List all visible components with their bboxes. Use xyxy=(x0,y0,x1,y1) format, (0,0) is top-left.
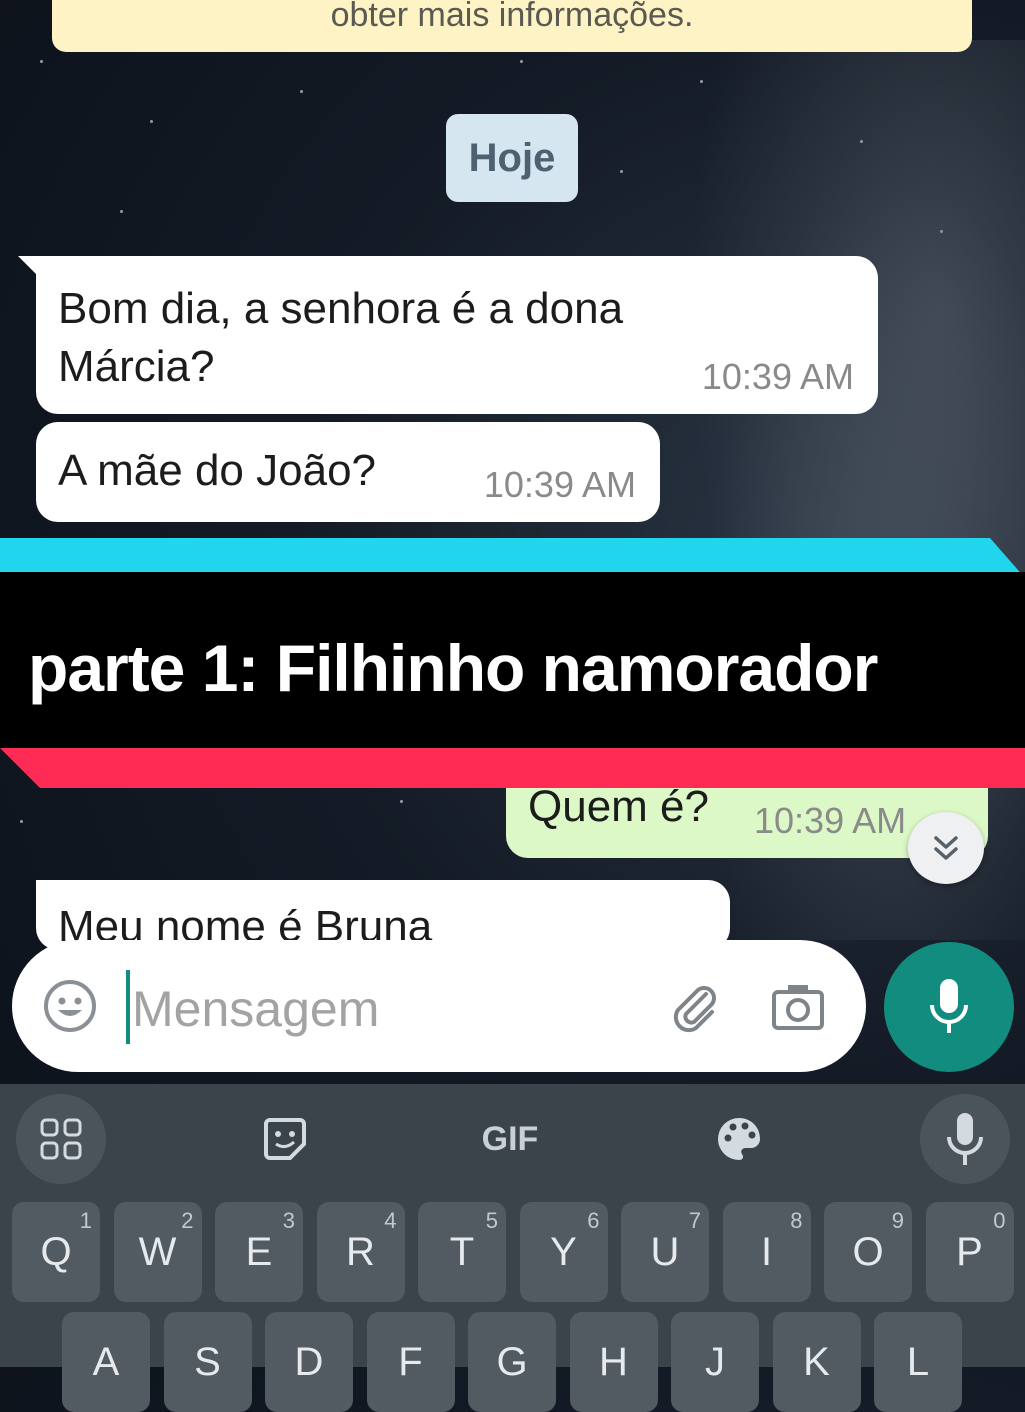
palette-icon xyxy=(718,1118,760,1160)
message-composer[interactable]: Mensagem xyxy=(12,940,866,1072)
bubble-tail xyxy=(18,256,48,286)
key-alt-label: 6 xyxy=(587,1208,600,1233)
key-l[interactable]: L xyxy=(874,1312,962,1412)
key-y[interactable]: Y6 xyxy=(519,1202,608,1302)
sticker-button[interactable] xyxy=(250,1094,320,1184)
key-label: G xyxy=(496,1339,528,1384)
key-label: L xyxy=(906,1339,930,1384)
key-alt-label: 5 xyxy=(485,1208,498,1233)
key-label: H xyxy=(599,1339,628,1384)
key-alt-label: 9 xyxy=(891,1208,904,1233)
key-u[interactable]: U7 xyxy=(621,1202,709,1302)
key-label: E xyxy=(245,1229,273,1274)
key-h[interactable]: H xyxy=(569,1312,658,1412)
key-label: J xyxy=(705,1339,725,1384)
key-q[interactable]: Q1 xyxy=(12,1202,100,1302)
key-label: Y xyxy=(550,1229,577,1274)
key-a[interactable]: A xyxy=(62,1312,150,1412)
key-label: U xyxy=(650,1229,680,1274)
key-p[interactable]: P0 xyxy=(925,1202,1014,1302)
keyboard-voice-button[interactable] xyxy=(920,1094,1010,1184)
message-time: 10:39 AM xyxy=(701,356,854,397)
message-text: A mãe do João? xyxy=(58,446,377,495)
message-input[interactable]: Mensagem xyxy=(132,980,379,1038)
keyboard-apps-button[interactable] xyxy=(16,1094,106,1184)
key-alt-label: 8 xyxy=(790,1208,803,1233)
encryption-notice[interactable]: obter mais informações. xyxy=(52,0,972,52)
text-caret xyxy=(126,970,130,1044)
mic-icon xyxy=(930,979,968,1033)
banner-title: parte 1: Filhinho namorador xyxy=(28,631,878,705)
key-label: D xyxy=(294,1339,324,1384)
key-t[interactable]: T5 xyxy=(418,1202,506,1302)
key-e[interactable]: E3 xyxy=(215,1202,303,1302)
message-time: 10:39 AM xyxy=(754,800,907,841)
apps-grid-icon xyxy=(40,1118,82,1160)
key-label: A xyxy=(92,1339,120,1384)
key-alt-label: 4 xyxy=(384,1208,397,1233)
key-o[interactable]: O9 xyxy=(824,1202,912,1302)
message-text: Bom dia, a senhora é a dona Márcia? xyxy=(58,284,624,391)
key-alt-label: 2 xyxy=(181,1208,194,1233)
key-alt-label: 3 xyxy=(282,1208,295,1233)
notice-text: obter mais informações. xyxy=(330,0,694,34)
bubble-tail xyxy=(36,880,48,910)
key-label: K xyxy=(803,1339,830,1384)
key-w[interactable]: W2 xyxy=(113,1202,202,1302)
key-r[interactable]: R4 xyxy=(316,1202,405,1302)
scroll-down-button[interactable] xyxy=(908,812,984,884)
keyboard: GIF Q1W2E3R4T5Y6U7I8O9P0 ASDFGHJKL xyxy=(0,1084,1025,1412)
key-k[interactable]: K xyxy=(772,1312,861,1412)
camera-icon[interactable] xyxy=(770,980,826,1032)
key-label: P xyxy=(956,1229,983,1274)
sticker-icon xyxy=(264,1118,306,1160)
date-chip: Hoje xyxy=(446,114,578,202)
key-label: I xyxy=(760,1229,773,1274)
scroll-down-icon xyxy=(934,836,958,860)
voice-record-button[interactable] xyxy=(884,942,1014,1072)
mic-icon xyxy=(947,1113,983,1165)
key-label: S xyxy=(194,1339,221,1384)
banner-red-stripe xyxy=(0,748,1025,788)
key-label: W xyxy=(138,1229,177,1274)
key-s[interactable]: S xyxy=(163,1312,252,1412)
incoming-message[interactable]: A mãe do João? 10:39 AM xyxy=(36,422,660,522)
key-f[interactable]: F xyxy=(366,1312,455,1412)
key-j[interactable]: J xyxy=(671,1312,759,1412)
key-d[interactable]: D xyxy=(265,1312,353,1412)
incoming-message[interactable]: Bom dia, a senhora é a dona Márcia? 10:3… xyxy=(18,256,878,414)
key-i[interactable]: I8 xyxy=(722,1202,811,1302)
gif-button[interactable]: GIF xyxy=(470,1094,550,1184)
key-label: F xyxy=(398,1339,423,1384)
emoji-icon[interactable] xyxy=(42,978,98,1034)
message-text: Quem é? xyxy=(528,782,709,831)
key-g[interactable]: G xyxy=(468,1312,556,1412)
key-label: Q xyxy=(40,1229,72,1274)
message-time: 10:39 AM xyxy=(483,464,636,505)
key-label: T xyxy=(449,1229,475,1274)
key-label: O xyxy=(852,1229,884,1274)
attach-icon[interactable] xyxy=(666,978,722,1034)
key-alt-label: 0 xyxy=(993,1208,1006,1233)
theme-button[interactable] xyxy=(704,1094,774,1184)
key-alt-label: 7 xyxy=(688,1208,701,1233)
key-alt-label: 1 xyxy=(79,1208,92,1233)
key-label: R xyxy=(346,1229,375,1274)
